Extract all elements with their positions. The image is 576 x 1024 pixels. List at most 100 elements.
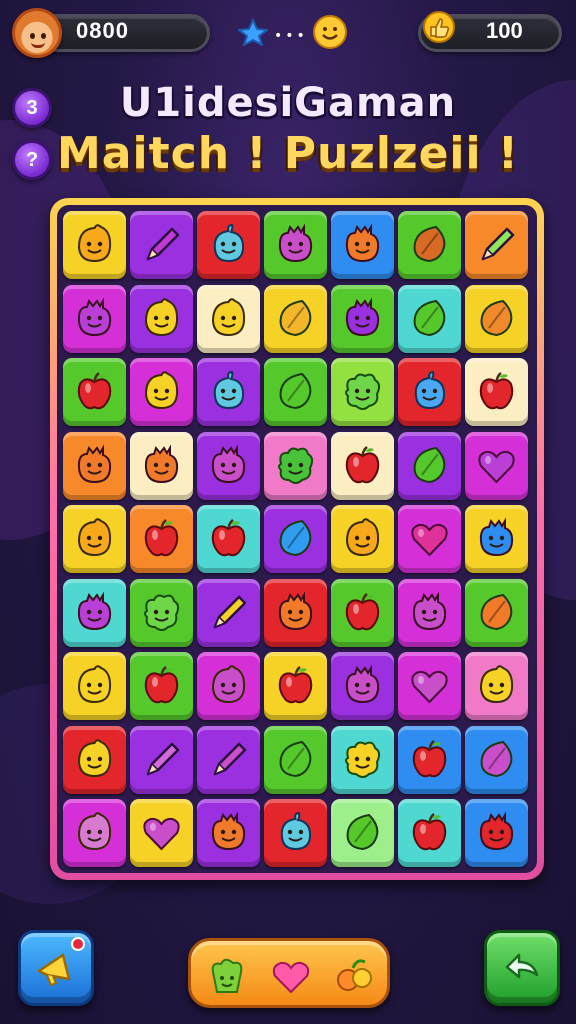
board-tile[interactable] [264,578,327,647]
thumbs-up-coin-icon [423,11,455,43]
board-tile[interactable] [398,431,461,500]
leaf-icon [279,372,312,410]
board-tile[interactable] [197,211,260,279]
board-frame [50,198,544,880]
board-tile[interactable] [130,578,193,647]
leaf-icon [480,593,513,630]
board-tile[interactable] [398,211,461,279]
board-tile[interactable] [197,652,260,720]
leaf-icon [279,740,312,777]
board-tile[interactable] [130,211,193,279]
megaphone-button[interactable] [18,930,94,1006]
leaf-icon [480,740,513,777]
board-tile[interactable] [130,431,193,500]
board-tile[interactable] [130,284,193,353]
board-tile[interactable] [465,725,528,794]
board-tile[interactable] [63,211,126,279]
board-tile[interactable] [465,211,528,279]
notification-dot [71,937,85,951]
fruit-icon [77,590,112,630]
board-tile[interactable] [331,431,394,500]
game-subtitle: Maitch ! Puzlzeii ! [57,128,519,179]
level-progress: ••• [238,12,350,52]
shuffle-button[interactable] [484,930,560,1006]
board-tile[interactable] [264,505,327,573]
board-tile[interactable] [197,799,260,867]
board-tile[interactable] [465,578,528,647]
heart-icon [411,670,448,704]
board-tile[interactable] [264,284,327,353]
board-tile[interactable] [331,505,394,573]
board-tile[interactable] [465,431,528,500]
apple-icon [412,813,447,851]
board-tile[interactable] [398,799,461,867]
board-tile[interactable] [197,578,260,647]
board-tile[interactable] [130,505,193,573]
lettuce-booster-icon[interactable] [205,954,249,998]
board-tile[interactable] [398,578,461,647]
board-tile[interactable] [63,358,126,426]
smile-icon [144,371,179,410]
top-hud: 0800 ••• 100 [0,0,576,70]
board-tile[interactable] [63,652,126,720]
board-tile[interactable] [130,358,193,426]
board-tile[interactable] [331,211,394,279]
board-tile[interactable] [63,431,126,500]
board-tile[interactable] [130,652,193,720]
fruit-icon [278,223,313,263]
board-tile[interactable] [465,505,528,573]
score-value: 0800 [76,18,129,43]
board-tile[interactable] [331,652,394,720]
board-tile[interactable] [63,284,126,353]
board-tile[interactable] [63,799,126,867]
board-tile[interactable] [197,431,260,500]
board-tile[interactable] [465,799,528,867]
heart-booster-icon[interactable] [269,954,313,998]
board-tile[interactable] [264,652,327,720]
board-tile[interactable] [130,799,193,867]
apple-icon [144,519,179,557]
blob-icon [213,223,245,263]
board-tile[interactable] [465,284,528,353]
board-tile[interactable] [63,578,126,647]
board-tile[interactable] [264,358,327,426]
board-tile[interactable] [197,505,260,573]
board-tile[interactable] [398,725,461,794]
board-tile[interactable] [197,358,260,426]
board-tile[interactable] [264,799,327,867]
board-tile[interactable] [331,799,394,867]
apple-icon [144,666,179,704]
board-tile[interactable] [331,284,394,353]
heart-icon [143,817,180,851]
smile-icon [345,518,380,557]
board-tile[interactable] [264,725,327,794]
board-tile[interactable] [398,284,461,353]
player-avatar[interactable] [12,8,62,58]
game-title: U1idesiGaman [119,80,457,126]
board-tile[interactable] [465,358,528,426]
pencil-icon [213,595,247,628]
board-tile[interactable] [197,284,260,353]
blob-icon [414,370,446,410]
smiley-coin-icon [313,15,347,49]
board-tile[interactable] [331,358,394,426]
star-gem-icon [238,18,268,46]
board-tile[interactable] [398,505,461,573]
apple-icon [479,372,514,410]
board-tile[interactable] [331,578,394,647]
lettuce-icon [278,447,314,484]
board-tile[interactable] [398,652,461,720]
fruit-bunch-booster-icon[interactable] [333,954,377,998]
leaf-icon [346,813,379,851]
board-tile[interactable] [398,358,461,426]
board-tile[interactable] [63,505,126,573]
board-tile[interactable] [197,725,260,794]
board-tile[interactable] [130,725,193,794]
board-tile[interactable] [331,725,394,794]
board-tile[interactable] [264,431,327,500]
board-tile[interactable] [63,725,126,794]
board-tile[interactable] [264,211,327,279]
smile-icon [479,665,514,704]
fruit-icon [77,296,112,336]
board-tile[interactable] [465,652,528,720]
